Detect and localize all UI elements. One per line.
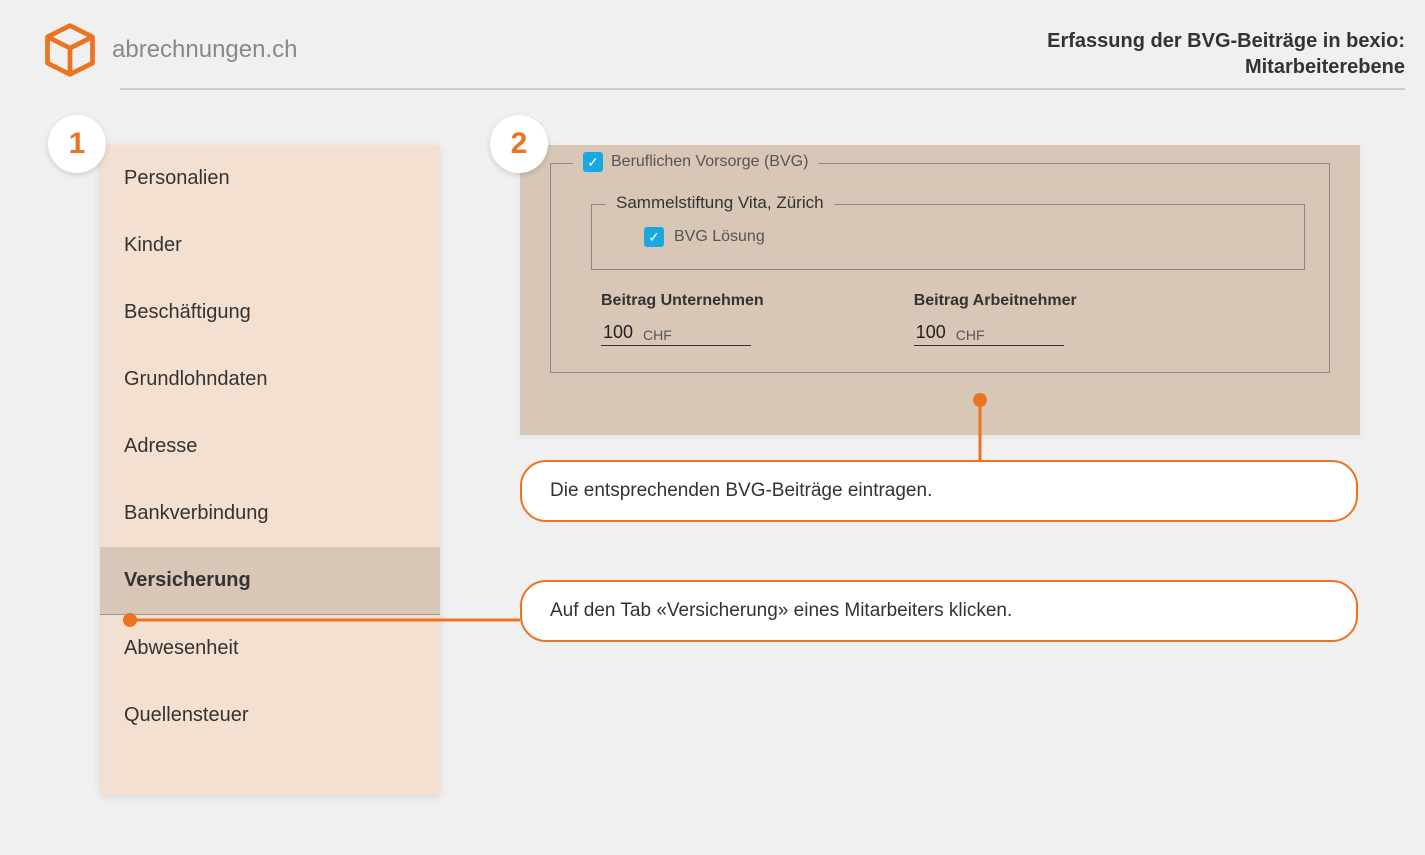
foundation-fieldset: Sammelstiftung Vita, Zürich ✓ BVG Lösung <box>591 204 1305 270</box>
cube-icon <box>40 20 100 80</box>
title-line-1: Erfassung der BVG-Beiträge in bexio: <box>1047 28 1405 54</box>
bvg-checkbox[interactable]: ✓ <box>583 152 603 172</box>
tab-beschaeftigung[interactable]: Beschäftigung <box>100 279 440 346</box>
contribution-fields: Beitrag Unternehmen 100 CHF Beitrag Arbe… <box>601 292 1305 346</box>
company-contribution-input[interactable]: 100 CHF <box>601 318 751 346</box>
company-contribution-value: 100 <box>603 322 633 343</box>
employee-contribution-unit: CHF <box>956 327 985 343</box>
foundation-legend: Sammelstiftung Vita, Zürich <box>606 193 834 213</box>
tab-abwesenheit[interactable]: Abwesenheit <box>100 615 440 682</box>
tab-bankverbindung[interactable]: Bankverbindung <box>100 480 440 547</box>
tab-versicherung[interactable]: Versicherung <box>100 547 440 615</box>
company-contribution-unit: CHF <box>643 327 672 343</box>
title-line-2: Mitarbeiterebene <box>1047 54 1405 80</box>
callout-click-versicherung: Auf den Tab «Versicherung» eines Mitarbe… <box>520 580 1358 642</box>
page-header: abrechnungen.ch Erfassung der BVG-Beiträ… <box>40 20 1405 80</box>
bvg-fieldset: ✓ Beruflichen Vorsorge (BVG) Sammelstift… <box>550 163 1330 373</box>
tab-adresse[interactable]: Adresse <box>100 413 440 480</box>
solution-checkbox-label: BVG Lösung <box>674 228 765 246</box>
employee-contribution-input[interactable]: 100 CHF <box>914 318 1064 346</box>
company-contribution: Beitrag Unternehmen 100 CHF <box>601 292 764 346</box>
header-divider <box>120 88 1405 90</box>
page-title: Erfassung der BVG-Beiträge in bexio: Mit… <box>1047 28 1405 80</box>
step-badge-1: 1 <box>48 115 106 173</box>
bvg-checkbox-label: Beruflichen Vorsorge (BVG) <box>611 153 808 171</box>
bvg-form-panel: ✓ Beruflichen Vorsorge (BVG) Sammelstift… <box>520 145 1360 435</box>
company-contribution-label: Beitrag Unternehmen <box>601 292 764 310</box>
tab-quellensteuer[interactable]: Quellensteuer <box>100 682 440 749</box>
callout-enter-contributions: Die entsprechenden BVG-Beiträge eintrage… <box>520 460 1358 522</box>
tab-grundlohndaten[interactable]: Grundlohndaten <box>100 346 440 413</box>
brand-block: abrechnungen.ch <box>40 20 297 80</box>
employee-contribution-label: Beitrag Arbeitnehmer <box>914 292 1077 310</box>
solution-checkbox[interactable]: ✓ <box>644 227 664 247</box>
solution-row: ✓ BVG Lösung <box>644 227 1280 247</box>
employee-contribution: Beitrag Arbeitnehmer 100 CHF <box>914 292 1077 346</box>
tab-personalien[interactable]: Personalien <box>100 145 440 212</box>
employee-contribution-value: 100 <box>916 322 946 343</box>
step-badge-2: 2 <box>490 115 548 173</box>
bvg-legend: ✓ Beruflichen Vorsorge (BVG) <box>573 152 818 172</box>
tab-kinder[interactable]: Kinder <box>100 212 440 279</box>
employee-tabs-sidebar: Personalien Kinder Beschäftigung Grundlo… <box>100 145 440 795</box>
brand-text: abrechnungen.ch <box>112 36 297 64</box>
